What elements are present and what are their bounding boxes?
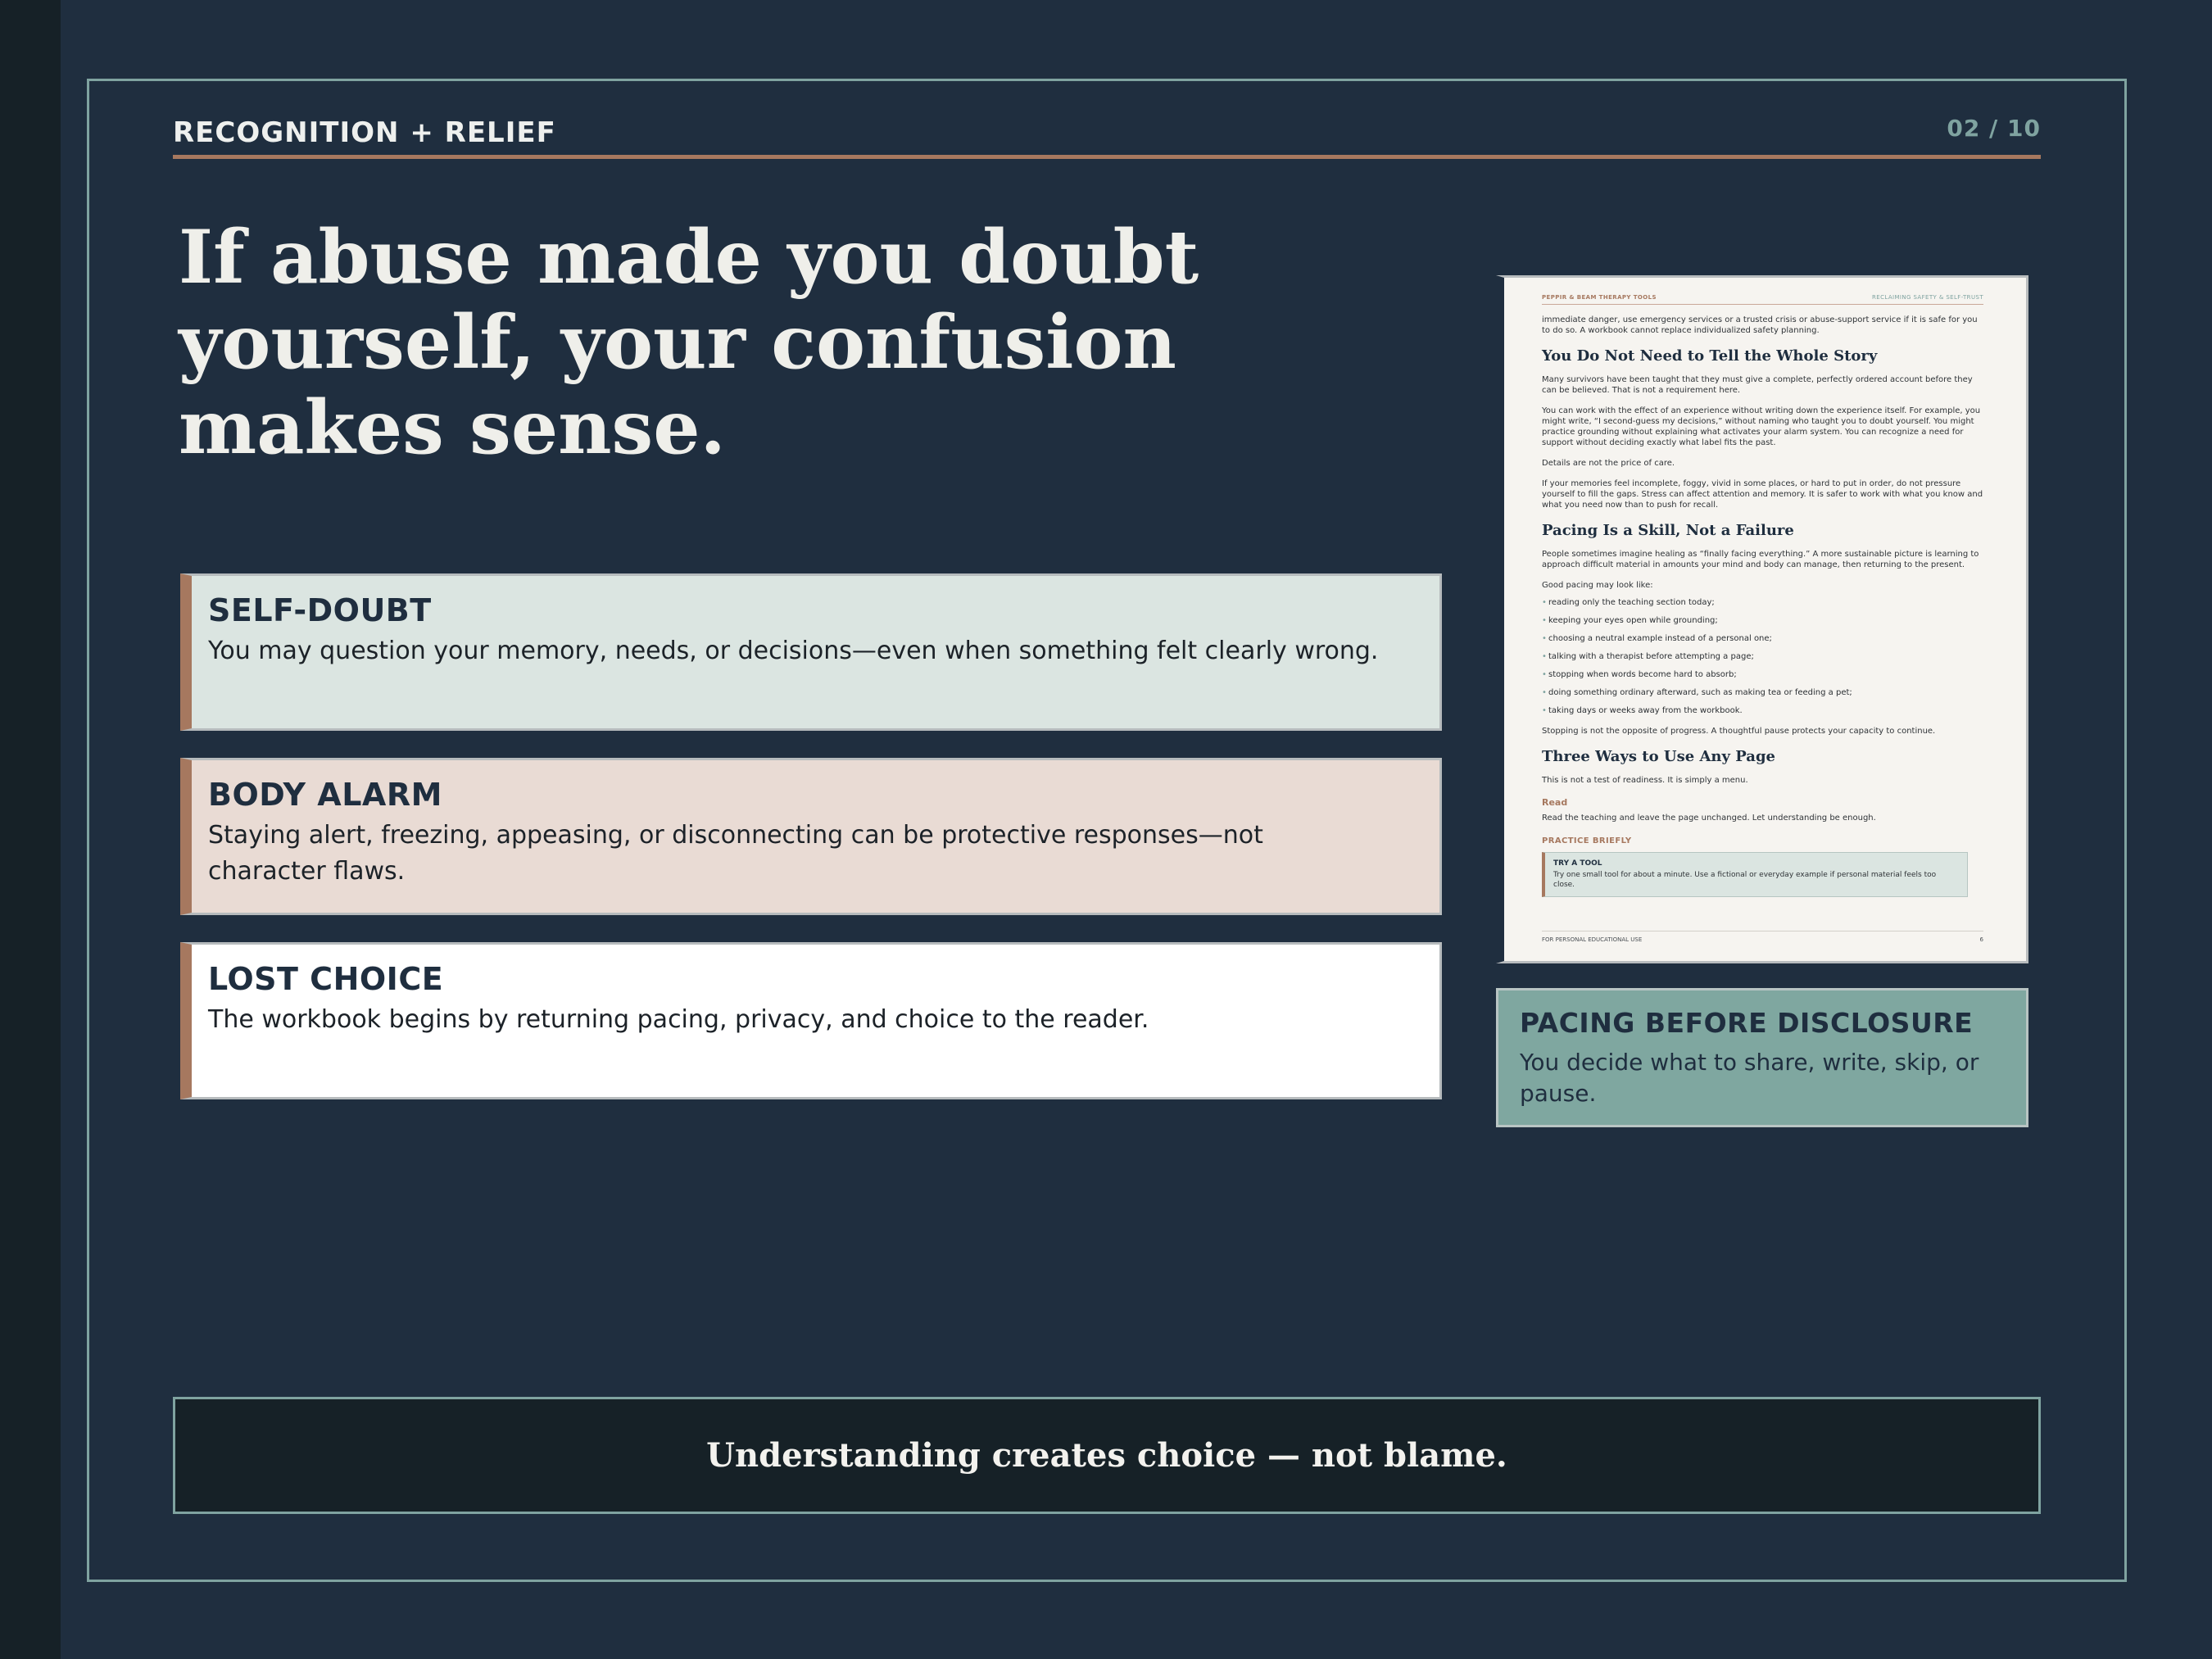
doc-paragraph: Stopping is not the opposite of progress… [1542, 727, 1936, 736]
list-item: reading only the teaching section today; [1542, 597, 1983, 608]
left-strip [0, 0, 61, 1659]
doc-heading: Three Ways to Use Any Page [1542, 748, 1775, 765]
section-label: RECOGNITION + RELIEF [173, 116, 556, 149]
doc-paragraph: If your memories feel incomplete, foggy,… [1542, 479, 1983, 510]
pacing-body: You decide what to share, write, skip, o… [1520, 1049, 1979, 1107]
doc-paragraph: People sometimes imagine healing as “fin… [1542, 550, 1979, 569]
tool-title: TRY A TOOL [1553, 859, 1602, 868]
doc-bullet-list: reading only the teaching section today;… [1542, 597, 1983, 716]
card-body: You may question your memory, needs, or … [208, 637, 1379, 665]
takeaway-text: Understanding creates choice — not blame… [706, 1436, 1507, 1475]
slide-header: RECOGNITION + RELIEF 02 / 10 [173, 115, 2041, 159]
doc-practice-label: PRACTICE BRIEFLY [1542, 836, 1632, 845]
takeaway-bar: Understanding creates choice — not blame… [173, 1397, 2041, 1514]
list-item: doing something ordinary afterward, such… [1542, 687, 1983, 698]
doc-heading: Pacing Is a Skill, Not a Failure [1542, 522, 1794, 539]
card-body: The workbook begins by returning pacing,… [208, 1005, 1149, 1034]
doc-paragraph: Many survivors have been taught that the… [1542, 375, 1973, 395]
card-title: BODY ALARM [208, 777, 442, 813]
pacing-title: PACING BEFORE DISCLOSURE [1520, 1007, 1974, 1039]
doc-intro: immediate danger, use emergency services… [1542, 315, 1978, 335]
doc-heading: You Do Not Need to Tell the Whole Story [1542, 347, 1878, 365]
card-body-alarm: BODY ALARM Staying alert, freezing, appe… [180, 758, 1442, 915]
doc-footer: FOR PERSONAL EDUCATIONAL USE 6 [1542, 931, 1983, 943]
card-title: SELF-DOUBT [208, 592, 432, 628]
card-body: Staying alert, freezing, appeasing, or d… [208, 821, 1263, 886]
doc-footer-left: FOR PERSONAL EDUCATIONAL USE [1542, 936, 1643, 943]
tool-body: Try one small tool for about a minute. U… [1553, 871, 1937, 889]
doc-tool-box: TRY A TOOL Try one small tool for about … [1542, 852, 1968, 897]
page-number: 02 / 10 [1947, 115, 2041, 142]
card-lost-choice: LOST CHOICE The workbook begins by retur… [180, 942, 1442, 1099]
doc-page-number: 6 [1979, 936, 1983, 943]
doc-brand: PEPPIR & BEAM THERAPY TOOLS [1542, 294, 1657, 301]
doc-paragraph: This is not a test of readiness. It is s… [1542, 776, 1748, 785]
card-self-doubt: SELF-DOUBT You may question your memory,… [180, 573, 1442, 731]
doc-paragraph: You can work with the effect of an exper… [1542, 406, 1981, 447]
doc-paragraph: Read the teaching and leave the page unc… [1542, 814, 1876, 823]
list-item: keeping your eyes open while grounding; [1542, 615, 1983, 626]
doc-subheading: Read [1542, 797, 1568, 808]
doc-header: PEPPIR & BEAM THERAPY TOOLS RECLAIMING S… [1542, 294, 1983, 305]
list-item: talking with a therapist before attempti… [1542, 651, 1983, 662]
card-title: LOST CHOICE [208, 961, 444, 997]
list-item: taking days or weeks away from the workb… [1542, 705, 1983, 716]
doc-paragraph: Details are not the price of care. [1542, 459, 1675, 468]
slide-headline: If abuse made you doubt yourself, your c… [179, 214, 1199, 471]
list-item: stopping when words become hard to absor… [1542, 669, 1983, 680]
list-item: choosing a neutral example instead of a … [1542, 633, 1983, 644]
workbook-page-preview: PEPPIR & BEAM THERAPY TOOLS RECLAIMING S… [1496, 275, 2028, 963]
doc-paragraph: Good pacing may look like: [1542, 581, 1653, 590]
doc-series: RECLAIMING SAFETY & SELF-TRUST [1871, 294, 1983, 301]
pacing-callout: PACING BEFORE DISCLOSURE You decide what… [1496, 988, 2028, 1127]
